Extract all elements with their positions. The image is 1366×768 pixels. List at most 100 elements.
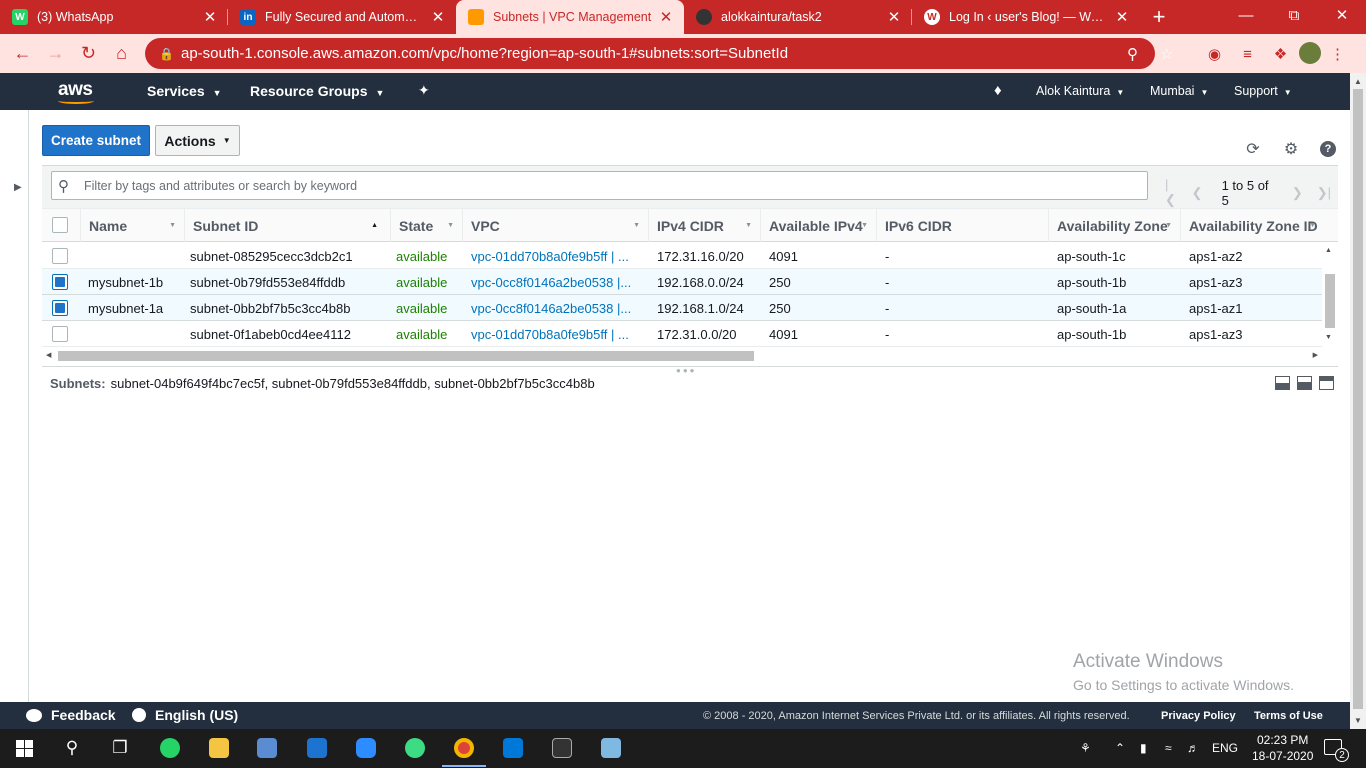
- bell-icon[interactable]: ♦: [994, 82, 1002, 99]
- scroll-down-icon[interactable]: ▼: [1325, 334, 1332, 341]
- home-button[interactable]: ⌂: [105, 39, 138, 69]
- search-page-icon[interactable]: ⚲: [1127, 45, 1138, 63]
- col-available-ipv4[interactable]: Available IPv4 ▼: [760, 209, 874, 242]
- terminal-icon[interactable]: [548, 735, 576, 761]
- file-explorer-icon[interactable]: [205, 735, 233, 761]
- back-button[interactable]: ←: [6, 39, 39, 69]
- col-vpc[interactable]: VPC ▼: [462, 209, 646, 242]
- table-hscroll-thumb[interactable]: [58, 351, 754, 361]
- chrome-taskbar-icon[interactable]: [442, 735, 486, 767]
- row-checkbox[interactable]: [52, 326, 68, 342]
- browser-tab[interactable]: W (3) WhatsApp ✕: [0, 0, 228, 34]
- notepad-icon[interactable]: [597, 735, 625, 761]
- scroll-down-icon[interactable]: ▼: [1354, 716, 1362, 725]
- refresh-icon[interactable]: ⟳: [1242, 139, 1264, 159]
- menu-kebab-icon[interactable]: ⋮: [1321, 42, 1354, 66]
- camera-extension-icon[interactable]: ◉: [1198, 42, 1231, 66]
- layout-full-icon[interactable]: [1319, 376, 1334, 390]
- reload-button[interactable]: ↻: [72, 39, 105, 69]
- volume-icon[interactable]: ♬: [1187, 741, 1199, 755]
- expand-nav-icon[interactable]: ▶: [14, 182, 22, 193]
- support-menu[interactable]: Support ▼: [1234, 84, 1292, 98]
- close-tab-icon[interactable]: ✕: [1114, 8, 1130, 26]
- col-subnet-id[interactable]: Subnet ID ▲: [184, 209, 384, 242]
- android-studio-icon[interactable]: [401, 735, 429, 761]
- select-all-checkbox[interactable]: [52, 217, 68, 233]
- col-name[interactable]: Name ▼: [80, 209, 182, 242]
- layout-bottom-icon[interactable]: [1275, 376, 1290, 390]
- bookmark-star-icon[interactable]: ☆: [1160, 45, 1173, 63]
- notifications-icon[interactable]: 2: [1324, 739, 1349, 762]
- close-tab-icon[interactable]: ✕: [658, 8, 674, 26]
- browser-tab[interactable]: in Fully Secured and Automated ✕: [228, 0, 456, 34]
- create-subnet-button[interactable]: Create subnet: [42, 125, 150, 156]
- search-icon[interactable]: ⚲: [58, 735, 86, 761]
- table-vscroll-thumb[interactable]: [1325, 274, 1335, 328]
- browser-tab[interactable]: Subnets | VPC Management ✕: [456, 0, 684, 34]
- task-view-icon[interactable]: ❐: [106, 735, 134, 761]
- wifi-icon[interactable]: ≈: [1165, 741, 1172, 755]
- close-tab-icon[interactable]: ✕: [886, 8, 902, 26]
- scrollbar-thumb[interactable]: [1353, 89, 1363, 709]
- row-checkbox[interactable]: [52, 274, 68, 290]
- next-page-icon[interactable]: ❯: [1292, 185, 1303, 201]
- aws-logo[interactable]: aws: [58, 79, 94, 104]
- cell-vpc[interactable]: vpc-01dd70b8a0fe9b5ff | ...: [471, 321, 643, 347]
- pin-icon[interactable]: ✦: [418, 82, 430, 99]
- prev-page-icon[interactable]: ❮: [1192, 185, 1203, 201]
- col-ipv4-cidr[interactable]: IPv4 CIDR ▼: [648, 209, 758, 242]
- region-menu[interactable]: Mumbai ▼: [1150, 84, 1208, 98]
- extensions-puzzle-icon[interactable]: ❖: [1264, 42, 1297, 66]
- feedback-link[interactable]: Feedback: [26, 707, 116, 723]
- language-selector[interactable]: English (US): [132, 707, 238, 723]
- close-tab-icon[interactable]: ✕: [202, 8, 218, 26]
- services-menu[interactable]: Services ▼: [147, 83, 222, 99]
- first-page-icon[interactable]: |❮: [1165, 177, 1178, 208]
- privacy-policy-link[interactable]: Privacy Policy: [1161, 710, 1236, 722]
- zoom-icon[interactable]: [352, 735, 380, 761]
- mail-icon[interactable]: [303, 735, 331, 761]
- last-page-icon[interactable]: ❯|: [1317, 185, 1331, 201]
- scroll-up-icon[interactable]: ▲: [1325, 247, 1332, 254]
- user-menu[interactable]: Alok Kaintura ▼: [1036, 84, 1124, 98]
- layout-split-icon[interactable]: [1297, 376, 1312, 390]
- browser-tab[interactable]: alokkaintura/task2 ✕: [684, 0, 912, 34]
- scroll-left-icon[interactable]: ◀: [46, 351, 51, 359]
- row-checkbox[interactable]: [52, 248, 68, 264]
- search-input[interactable]: ⚲ Filter by tags and attributes or searc…: [51, 171, 1148, 200]
- table-vertical-scrollbar[interactable]: ▲ ▼: [1322, 242, 1338, 348]
- col-state[interactable]: State ▼: [390, 209, 460, 242]
- actions-dropdown[interactable]: Actions ▼: [155, 125, 240, 156]
- scroll-right-icon[interactable]: ▶: [1313, 351, 1318, 359]
- cell-vpc[interactable]: vpc-01dd70b8a0fe9b5ff | ...: [471, 243, 643, 269]
- page-scrollbar[interactable]: ▲ ▼: [1350, 73, 1366, 729]
- windows-start-icon[interactable]: [10, 735, 38, 761]
- table-row[interactable]: subnet-085295cecc3dcb2c1 available vpc-01d…: [42, 243, 1322, 269]
- terms-of-use-link[interactable]: Terms of Use: [1254, 710, 1323, 722]
- address-bar[interactable]: 🔒 ap-south-1.console.aws.amazon.com/vpc/…: [145, 38, 1173, 69]
- playlist-extension-icon[interactable]: ≡: [1231, 42, 1264, 66]
- close-window-icon[interactable]: ✕: [1318, 0, 1366, 30]
- close-tab-icon[interactable]: ✕: [430, 8, 446, 26]
- forward-button[interactable]: →: [39, 39, 72, 69]
- people-icon[interactable]: ⚘: [1080, 741, 1091, 755]
- lock-icon[interactable]: 🔒: [159, 47, 175, 61]
- cell-vpc[interactable]: vpc-0cc8f0146a2be0538 |...: [471, 295, 643, 321]
- battery-icon[interactable]: ▮: [1140, 741, 1147, 755]
- col-availability-zone-id[interactable]: Availability Zone ID ▼: [1180, 209, 1322, 242]
- resource-groups-menu[interactable]: Resource Groups ▼: [250, 83, 384, 99]
- new-tab-button[interactable]: +: [1144, 0, 1174, 34]
- col-ipv6-cidr[interactable]: IPv6 CIDR: [876, 209, 1046, 242]
- vscode-icon[interactable]: [499, 735, 527, 761]
- scroll-up-icon[interactable]: ▲: [1354, 77, 1362, 86]
- table-row[interactable]: subnet-0f1abeb0cd4ee4112 available vpc-01d…: [42, 321, 1322, 347]
- table-row[interactable]: mysubnet-1a subnet-0bb2bf7b5c3cc4b8b avail…: [42, 295, 1322, 321]
- show-hidden-icons-icon[interactable]: ⌃: [1115, 741, 1125, 755]
- settings-gear-icon[interactable]: ⚙: [1280, 139, 1302, 159]
- help-icon[interactable]: ?: [1317, 139, 1339, 159]
- col-availability-zone[interactable]: Availability Zone ▼: [1048, 209, 1178, 242]
- clock[interactable]: 02:23 PM 18-07-2020: [1252, 732, 1313, 764]
- language-indicator[interactable]: ENG: [1212, 741, 1238, 755]
- resize-grip-icon[interactable]: ●●●: [676, 366, 697, 375]
- table-row[interactable]: mysubnet-1b subnet-0b79fd553e84ffddb avail…: [42, 269, 1322, 295]
